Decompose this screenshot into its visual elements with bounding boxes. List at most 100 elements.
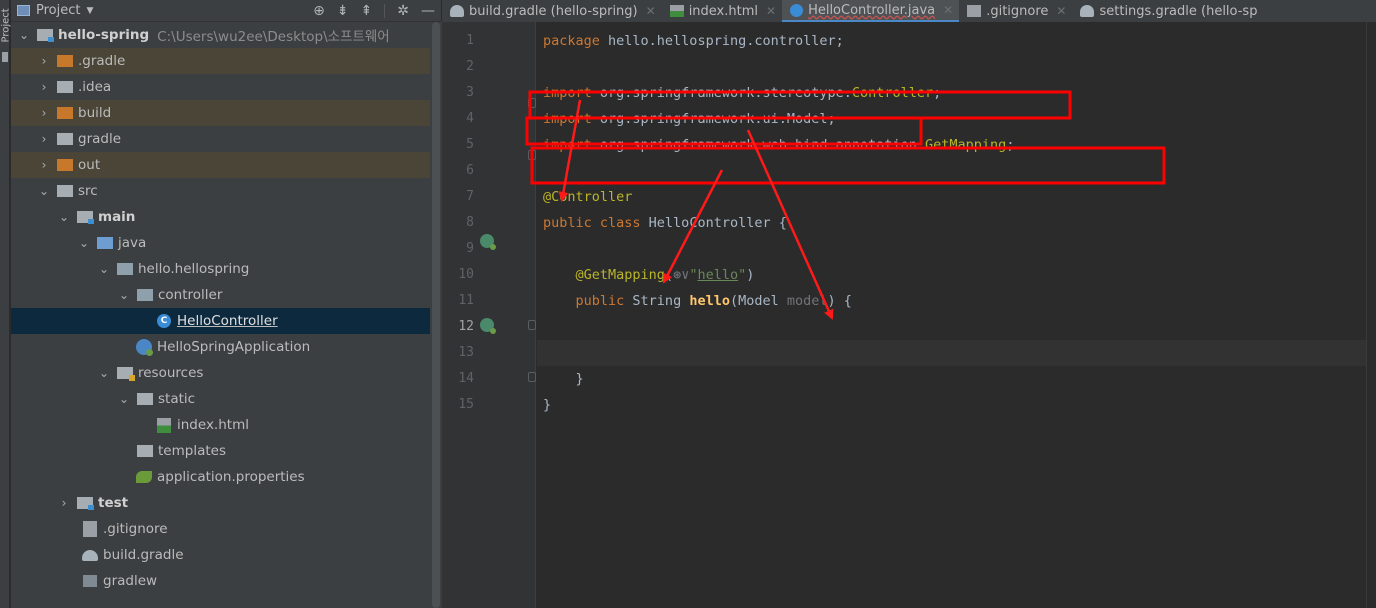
tree-item-spring-app[interactable]: HelloSpringApplication bbox=[11, 334, 441, 360]
tree-item-label: hello.hellospring bbox=[138, 261, 250, 277]
chevron-down-icon[interactable]: ⌄ bbox=[77, 236, 91, 250]
close-icon[interactable]: ✕ bbox=[646, 4, 656, 18]
gradle-file-icon bbox=[450, 5, 464, 17]
string-literal: hello bbox=[697, 267, 739, 283]
hide-panel-icon[interactable]: — bbox=[421, 3, 435, 19]
tree-item-idea[interactable]: › .idea bbox=[11, 74, 441, 100]
folder-icon bbox=[57, 81, 73, 93]
tree-item-gitignore[interactable]: .gitignore bbox=[11, 516, 441, 542]
url-mapping-icon[interactable]: ⊛∨ bbox=[673, 267, 689, 283]
tab-settings-gradle[interactable]: settings.gradle (hello-sp bbox=[1072, 0, 1263, 22]
toolbar-divider bbox=[384, 4, 386, 18]
tree-item-label: gradle bbox=[78, 131, 122, 147]
chevron-down-icon[interactable]: ⌄ bbox=[17, 28, 31, 42]
folder-icon bbox=[57, 55, 73, 67]
tree-item-label: HelloController bbox=[177, 313, 278, 329]
line-number: 11 bbox=[458, 293, 474, 308]
close-icon[interactable]: ✕ bbox=[1056, 4, 1066, 18]
chevron-down-icon[interactable]: ⌄ bbox=[97, 366, 111, 380]
tree-item-label: resources bbox=[138, 365, 204, 381]
code-text: org.springframework.stereotype. bbox=[591, 85, 852, 101]
line-number-current: 12 bbox=[458, 319, 474, 334]
tree-item-test[interactable]: › test bbox=[11, 490, 441, 516]
unused-parameter: model bbox=[786, 293, 828, 309]
chevron-down-icon[interactable]: ▼ bbox=[86, 6, 93, 16]
tab-label: settings.gradle (hello-sp bbox=[1099, 3, 1258, 19]
tab-gitignore[interactable]: .gitignore ✕ bbox=[959, 0, 1072, 22]
html-file-icon bbox=[157, 417, 171, 433]
tab-build-gradle[interactable]: build.gradle (hello-spring) ✕ bbox=[442, 0, 662, 22]
tree-item-gradlew[interactable]: gradlew bbox=[11, 568, 441, 594]
tree-item-label: HelloSpringApplication bbox=[157, 339, 311, 355]
tree-item-out[interactable]: › out bbox=[11, 152, 441, 178]
tree-item-app-properties[interactable]: application.properties bbox=[11, 464, 441, 490]
code-editor[interactable]: package hello.hellospring.controller; im… bbox=[537, 22, 1366, 608]
fold-marker-icon[interactable] bbox=[528, 150, 536, 160]
fold-marker-icon[interactable] bbox=[528, 372, 536, 382]
code-line-1: package hello.hellospring.controller; bbox=[543, 28, 844, 54]
editor-gutter[interactable]: 1 2 3 4 5 6 7 8 9 10 11 12 13 14 15 bbox=[442, 22, 536, 608]
tree-item-build[interactable]: › build bbox=[11, 100, 441, 126]
chevron-down-icon[interactable]: ⌄ bbox=[37, 184, 51, 198]
java-class-icon bbox=[790, 3, 804, 17]
tree-item-static[interactable]: ⌄ static bbox=[11, 386, 441, 412]
close-icon[interactable]: ✕ bbox=[943, 3, 953, 17]
resources-folder-icon bbox=[117, 367, 135, 381]
tree-item-src[interactable]: ⌄ src bbox=[11, 178, 441, 204]
collapse-all-icon[interactable]: ⇞ bbox=[361, 3, 373, 19]
chevron-right-icon[interactable]: › bbox=[57, 496, 71, 510]
chevron-down-icon[interactable]: ⌄ bbox=[57, 210, 71, 224]
gear-icon[interactable]: ✲ bbox=[397, 3, 409, 19]
close-icon[interactable]: ✕ bbox=[766, 4, 776, 18]
line-number: 1 bbox=[466, 33, 474, 48]
tree-item-resources[interactable]: ⌄ resources bbox=[11, 360, 441, 386]
keyword: import bbox=[543, 137, 592, 153]
tree-item-templates[interactable]: templates bbox=[11, 438, 441, 464]
folder-icon bbox=[57, 159, 73, 171]
tree-item-package[interactable]: ⌄ hello.hellospring bbox=[11, 256, 441, 282]
code-text: ) bbox=[746, 267, 755, 283]
tab-index-html[interactable]: index.html ✕ bbox=[662, 0, 782, 22]
chevron-right-icon[interactable]: › bbox=[37, 132, 51, 146]
tree-item-controller[interactable]: ⌄ controller bbox=[11, 282, 441, 308]
code-text: ; bbox=[1006, 137, 1015, 153]
scrollbar-thumb[interactable] bbox=[432, 22, 440, 608]
gitignore-file-icon bbox=[83, 521, 97, 537]
spring-bean-icon[interactable] bbox=[480, 234, 496, 250]
gradle-file-icon bbox=[1080, 5, 1095, 17]
fold-marker-icon[interactable] bbox=[528, 320, 536, 330]
tree-item-hello-spring[interactable]: ⌄ hello-spring C:\Users\wu2ee\Desktop\소프… bbox=[11, 22, 441, 48]
tree-item-main[interactable]: ⌄ main bbox=[11, 204, 441, 230]
project-strip-label[interactable]: Project bbox=[1, 8, 12, 42]
strip-marker bbox=[2, 52, 8, 62]
tree-item-hello-controller[interactable]: C HelloController bbox=[11, 308, 441, 334]
line-number: 5 bbox=[466, 137, 474, 152]
project-tree-scrollbar[interactable] bbox=[430, 22, 442, 608]
chevron-down-icon[interactable]: ⌄ bbox=[97, 262, 111, 276]
tree-item-build-gradle[interactable]: build.gradle bbox=[11, 542, 441, 568]
line-number: 15 bbox=[458, 397, 474, 412]
locate-file-icon[interactable]: ⊕ bbox=[313, 3, 325, 19]
chevron-down-icon[interactable]: ⌄ bbox=[117, 288, 131, 302]
chevron-right-icon[interactable]: › bbox=[37, 106, 51, 120]
editor-scrollbar[interactable] bbox=[1366, 22, 1376, 608]
code-text: HelloController { bbox=[640, 215, 787, 231]
chevron-right-icon[interactable]: › bbox=[37, 158, 51, 172]
package-icon bbox=[137, 289, 153, 301]
code-line-5: import org.springframework.web.bind.anno… bbox=[543, 132, 1014, 158]
tree-item-gradle-dir[interactable]: › .gradle bbox=[11, 48, 441, 74]
line-number: 3 bbox=[466, 85, 474, 100]
folder-icon bbox=[57, 133, 73, 145]
chevron-right-icon[interactable]: › bbox=[37, 54, 51, 68]
fold-marker-icon[interactable] bbox=[528, 98, 536, 108]
spring-bean-icon[interactable] bbox=[480, 318, 496, 334]
tree-item-index-html[interactable]: index.html bbox=[11, 412, 441, 438]
expand-all-icon[interactable]: ⇟ bbox=[337, 3, 349, 19]
tab-hello-controller[interactable]: HelloController.java ✕ bbox=[782, 0, 960, 22]
project-panel-title[interactable]: Project bbox=[36, 3, 80, 18]
tree-item-gradle[interactable]: › gradle bbox=[11, 126, 441, 152]
chevron-right-icon[interactable]: › bbox=[37, 80, 51, 94]
chevron-down-icon[interactable]: ⌄ bbox=[117, 392, 131, 406]
tree-item-java[interactable]: ⌄ java bbox=[11, 230, 441, 256]
module-folder-icon bbox=[77, 497, 94, 510]
